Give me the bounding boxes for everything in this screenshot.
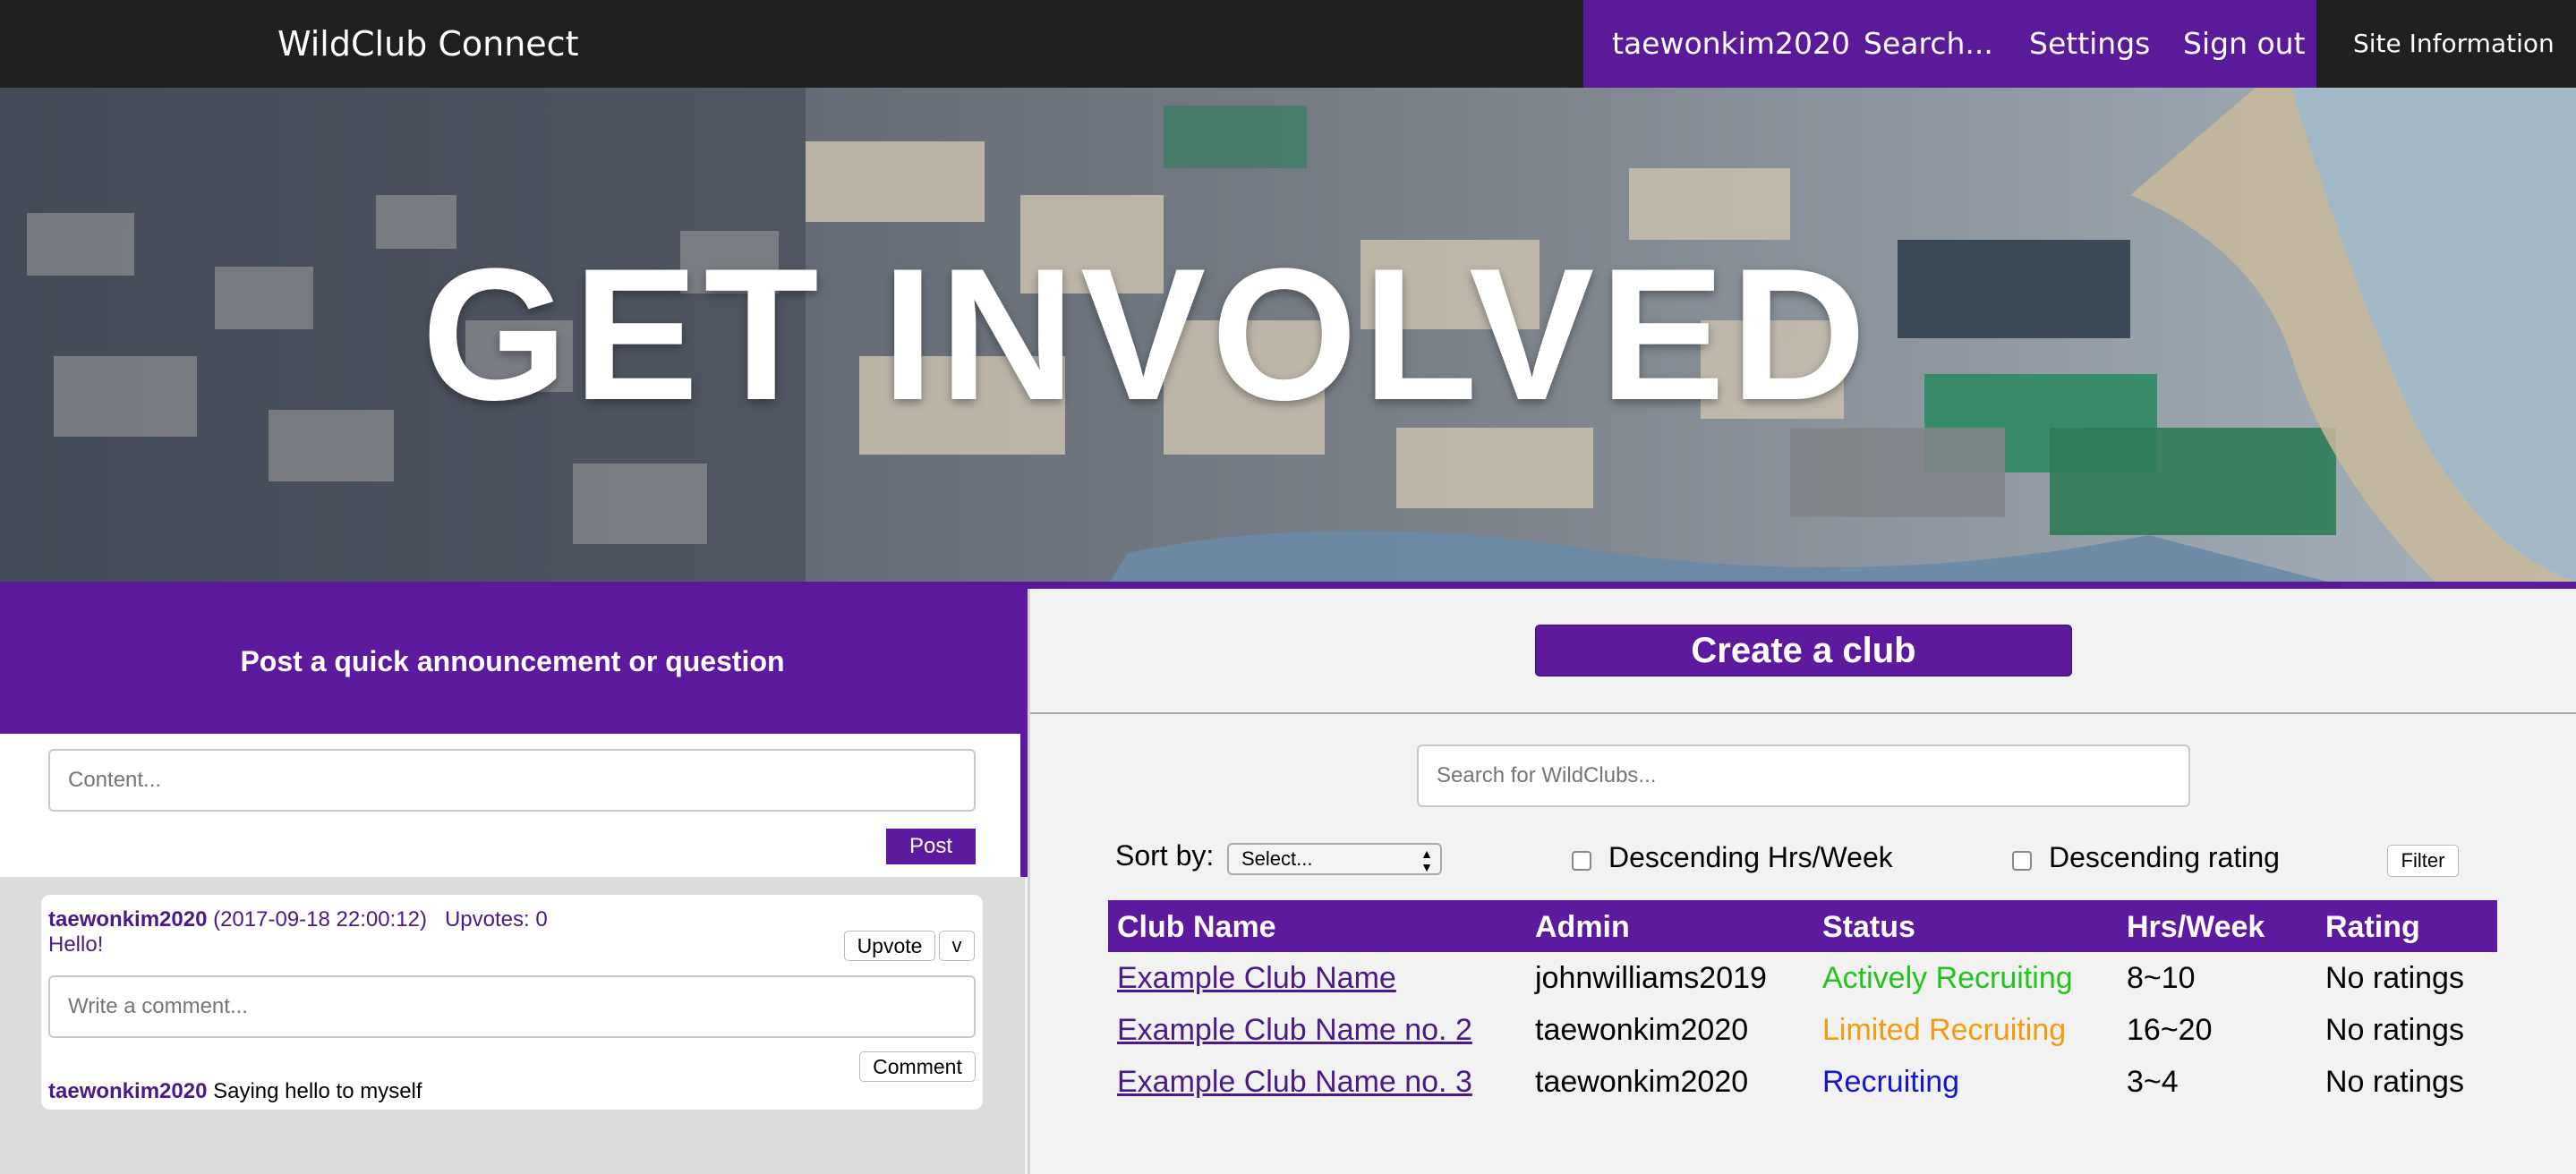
nav-user-section: taewonkim2020 Search... Settings Sign ou… — [1583, 0, 2316, 88]
comment-text: Saying hello to myself — [213, 1079, 422, 1103]
club-name-link[interactable]: Example Club Name — [1117, 952, 1396, 1004]
column-header-status: Status — [1822, 910, 1915, 944]
nav-site-information-link[interactable]: Site Information — [2353, 0, 2555, 88]
comment-input[interactable] — [48, 975, 976, 1038]
column-header-admin: Admin — [1535, 910, 1630, 944]
hero-title: GET INVOLVED — [422, 229, 1872, 439]
filter-button[interactable]: Filter — [2387, 845, 2459, 877]
panel-edge-bar — [1020, 589, 1028, 877]
post-upvote-count: Upvotes: 0 — [444, 907, 548, 932]
post-author[interactable]: taewonkim2020 — [48, 907, 207, 932]
announcement-panel: Post a quick announcement or question Po… — [0, 589, 1028, 1174]
club-admin: taewonkim2020 — [1535, 1065, 1749, 1099]
post-body: Hello! — [48, 932, 104, 957]
club-rating: No ratings — [2325, 1013, 2464, 1047]
club-admin: johnwilliams2019 — [1535, 961, 1767, 995]
club-hours: 3~4 — [2127, 1065, 2179, 1099]
club-rating: No ratings — [2325, 961, 2464, 995]
clubs-panel: Create a club Sort by: Select... ▲▼ Desc… — [1028, 589, 2576, 1174]
nav-search-link[interactable]: Search... — [1864, 0, 1993, 88]
club-status: Limited Recruiting — [1822, 1013, 2067, 1047]
descending-hours-checkbox[interactable] — [1572, 851, 1591, 871]
announcement-header: Post a quick announcement or question — [0, 589, 1025, 734]
column-header-rating: Rating — [2325, 910, 2420, 944]
club-admin: taewonkim2020 — [1535, 1013, 1749, 1047]
create-club-button[interactable]: Create a club — [1535, 625, 2072, 676]
club-hours: 16~20 — [2127, 1013, 2213, 1047]
comment-button[interactable]: Comment — [859, 1051, 976, 1082]
announcement-title: Post a quick announcement or question — [240, 645, 785, 677]
club-name-link[interactable]: Example Club Name no. 2 — [1117, 1004, 1472, 1056]
hero-divider — [0, 582, 2576, 589]
sort-select[interactable]: Select... ▲ ▼ — [1227, 843, 1442, 875]
table-row: Example Club Name no. 2 taewonkim2020 Li… — [1108, 1004, 2497, 1056]
nav-username-link[interactable]: taewonkim2020 — [1612, 0, 1850, 88]
descending-hours-label: Descending Hrs/Week — [1608, 841, 1893, 873]
nav-signout-link[interactable]: Sign out — [2183, 0, 2306, 88]
comment-item: taewonkim2020 Saying hello to myself — [48, 1079, 422, 1104]
post-button[interactable]: Post — [886, 829, 976, 864]
sort-selected-value: Select... — [1241, 847, 1313, 870]
top-navbar: WildClub Connect taewonkim2020 Search...… — [0, 0, 2576, 88]
column-header-club-name: Club Name — [1117, 910, 1276, 944]
announcement-content-input[interactable] — [48, 749, 976, 812]
descending-rating-label: Descending rating — [2049, 841, 2280, 873]
downvote-button[interactable]: v — [939, 931, 975, 961]
comment-author[interactable]: taewonkim2020 — [48, 1079, 207, 1103]
club-hours: 8~10 — [2127, 961, 2196, 995]
club-name-link[interactable]: Example Club Name no. 3 — [1117, 1056, 1472, 1108]
club-rating: No ratings — [2325, 1065, 2464, 1099]
section-divider — [1030, 712, 2576, 714]
post-card: taewonkim2020 (2017-09-18 22:00:12) Upvo… — [41, 895, 983, 1110]
table-row: Example Club Name no. 3 taewonkim2020 Re… — [1108, 1056, 2497, 1108]
hero-banner: GET INVOLVED — [0, 88, 2576, 582]
nav-settings-link[interactable]: Settings — [2029, 0, 2150, 88]
post-timestamp: (2017-09-18 22:00:12) — [213, 907, 427, 932]
descending-rating-checkbox[interactable] — [2012, 851, 2032, 871]
announcement-form: Post — [0, 734, 1020, 877]
club-status: Actively Recruiting — [1822, 961, 2073, 995]
table-header: Club Name Admin Status Hrs/Week Rating — [1108, 900, 2497, 952]
club-status: Recruiting — [1822, 1065, 1960, 1099]
post-meta: taewonkim2020 (2017-09-18 22:00:12) Upvo… — [48, 907, 548, 932]
table-row: Example Club Name johnwilliams2019 Activ… — [1108, 952, 2497, 1004]
club-search-input[interactable] — [1417, 744, 2190, 807]
upvote-button[interactable]: Upvote — [844, 931, 935, 961]
select-arrows-icon: ▲ ▼ — [1420, 846, 1433, 874]
column-header-hours: Hrs/Week — [2127, 910, 2265, 944]
sort-label: Sort by: — [1115, 839, 1215, 872]
brand-title[interactable]: WildClub Connect — [277, 0, 578, 88]
